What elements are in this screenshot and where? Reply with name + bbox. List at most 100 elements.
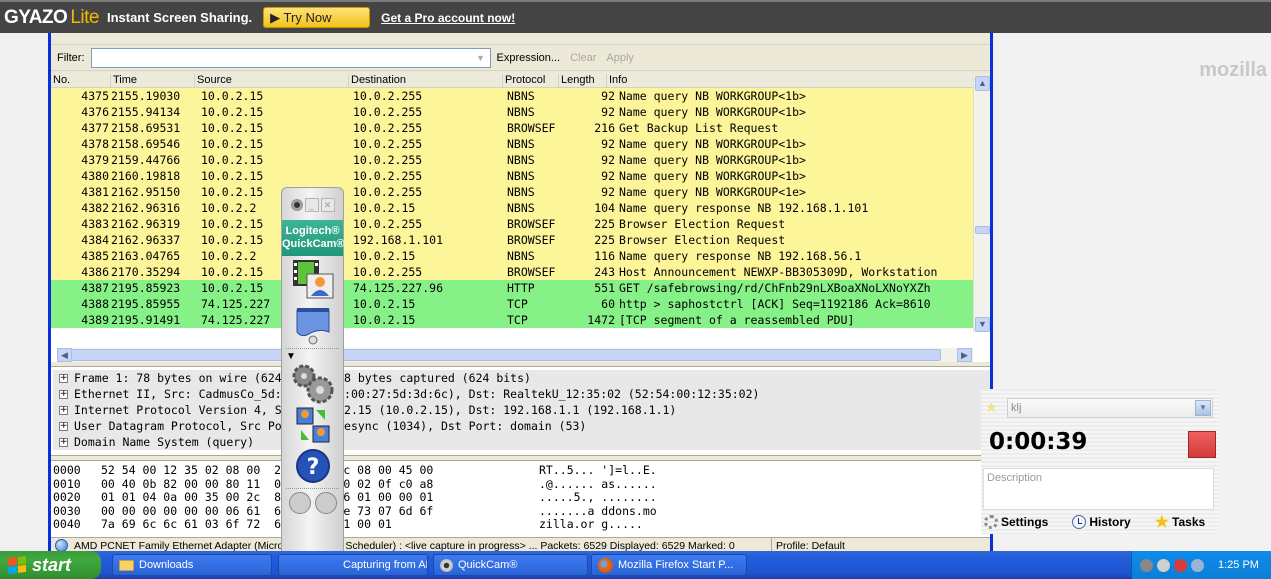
packet-row[interactable]: 4384 2162.96337 10.0.2.15 192.168.1.101 BROW… xyxy=(51,232,973,248)
camera-toggle-icon[interactable] xyxy=(314,492,337,514)
close-button[interactable]: ✕ xyxy=(320,198,335,212)
packet-row[interactable]: 4378 2158.69546 10.0.2.15 10.0.2.255 NBNS 92 N… xyxy=(51,136,973,152)
video-capture-icon[interactable] xyxy=(289,256,337,302)
packet-row[interactable]: 4389 2195.91491 74.125.227 10.0.2.15 TCP 1472… xyxy=(51,312,973,328)
packet-cell-src: 10.0.2.15 xyxy=(201,169,264,183)
try-now-button[interactable]: ▶ Try Now xyxy=(263,7,371,28)
filter-input[interactable]: ▼ xyxy=(90,47,491,68)
packet-cell-dst: 10.0.2.15 xyxy=(353,297,416,311)
packet-cell-info: Browser Election Request xyxy=(619,233,786,247)
detail-tree-item[interactable]: + Internet Protocol Version 4, Src: 10.0.… xyxy=(53,402,990,418)
scroll-up-icon[interactable]: ▲ xyxy=(975,76,990,91)
chevron-down-icon[interactable]: ▼ xyxy=(473,50,489,66)
packet-row[interactable]: 4379 2159.44766 10.0.2.15 10.0.2.255 NBNS 92 N… xyxy=(51,152,973,168)
hex-row[interactable]: 0000 52 54 00 12 35 02 08 00 27 5d 3d 6c … xyxy=(51,463,990,478)
tasks-link[interactable]: ★ Tasks xyxy=(1155,512,1205,532)
scroll-right-icon[interactable]: ▶ xyxy=(957,348,972,362)
settings-gears-icon[interactable] xyxy=(286,362,340,406)
hex-row[interactable]: 0040 7a 69 6c 6c 61 03 6f 72 67 00 00 01 … xyxy=(51,517,990,532)
hex-offset: 0040 xyxy=(53,517,81,531)
packet-row[interactable]: 4376 2155.94134 10.0.2.15 10.0.2.255 NBNS 92 N… xyxy=(51,104,973,120)
taskbar: start Downloads Capturing from AMD ... Q… xyxy=(0,551,1271,579)
description-input[interactable]: Description xyxy=(983,468,1214,510)
favorite-star-icon[interactable]: ★ xyxy=(985,399,998,416)
scroll-down-icon[interactable]: ▼ xyxy=(975,317,990,332)
column-header-info[interactable]: Info xyxy=(607,74,990,87)
stop-button[interactable] xyxy=(1188,431,1216,458)
taskbar-item-firefox[interactable]: Mozilla Firefox Start P... xyxy=(591,554,747,576)
packet-cell-no: 4375 xyxy=(81,89,109,103)
detail-tree-item[interactable]: + Ethernet II, Src: CadmusCo_5d:3d:6c (08… xyxy=(53,386,990,402)
packet-cell-no: 4387 xyxy=(81,281,109,295)
clock-icon xyxy=(1072,515,1087,529)
taskbar-item-wireshark[interactable]: Capturing from AMD ... xyxy=(278,554,428,576)
packet-cell-len: 1472 xyxy=(587,313,615,327)
packet-row[interactable]: 4388 2195.85955 74.125.227 10.0.2.15 TCP 60 ht… xyxy=(51,296,973,312)
expression-button[interactable]: Expression... xyxy=(497,52,561,64)
hscroll-thumb[interactable] xyxy=(71,349,941,361)
packet-row[interactable]: 4382 2162.96316 10.0.2.2 10.0.2.15 NBNS 104 Na… xyxy=(51,200,973,216)
tray-clock[interactable]: 1:25 PM xyxy=(1218,559,1259,571)
clear-button[interactable]: Clear xyxy=(570,52,596,64)
detail-tree-item[interactable]: +Frame 1: 78 bytes on wire (624 bits), 7… xyxy=(53,370,990,386)
apply-button[interactable]: Apply xyxy=(606,52,634,64)
minimize-button[interactable]: _ xyxy=(304,198,319,212)
packet-list-hscrollbar[interactable]: ◀ ▶ xyxy=(57,348,973,362)
taskbar-item-quickcam[interactable]: QuickCam® xyxy=(433,554,588,576)
packet-list-vscrollbar[interactable]: ▲ ▼ xyxy=(973,76,990,332)
taskbar-item-downloads[interactable]: Downloads xyxy=(112,554,272,576)
hex-row[interactable]: 0030 00 00 00 00 00 00 06 61 64 64 6f 6e … xyxy=(51,504,990,519)
project-select[interactable]: klj ▼ xyxy=(1007,398,1213,418)
column-header-no[interactable]: No. xyxy=(51,74,111,87)
packet-cell-src: 10.0.2.15 xyxy=(201,153,264,167)
scroll-thumb[interactable] xyxy=(975,226,990,234)
column-header-time[interactable]: Time xyxy=(111,74,195,87)
packet-cell-proto: BROWSEF xyxy=(507,217,556,231)
packet-row[interactable]: 4375 2155.19030 10.0.2.15 10.0.2.255 NBNS 92 N… xyxy=(51,88,973,104)
history-link[interactable]: History xyxy=(1072,515,1131,529)
packet-cell-info: GET /safebrowsing/rd/ChFnb29nLXBoaXNoLXN… xyxy=(619,281,931,295)
detail-tree-item[interactable]: +User Datagram Protocol, Src Port: activ… xyxy=(53,418,990,434)
hex-row[interactable]: 0010 00 40 0b 82 00 00 80 11 00 00 0a 00 … xyxy=(51,477,990,492)
settings-link[interactable]: Settings xyxy=(983,515,1048,529)
column-header-protocol[interactable]: Protocol xyxy=(503,74,559,87)
expand-icon[interactable]: + xyxy=(59,437,68,447)
pro-account-link[interactable]: Get a Pro account now! xyxy=(381,11,515,25)
snapshot-icon[interactable] xyxy=(289,302,337,346)
scroll-left-icon[interactable]: ◀ xyxy=(57,348,72,362)
start-button[interactable]: start xyxy=(0,551,101,579)
packet-row[interactable]: 4377 2158.69531 10.0.2.15 10.0.2.255 BROWSEF… xyxy=(51,120,973,136)
column-header-destination[interactable]: Destination xyxy=(349,74,503,87)
detail-text: Domain Name System (query) xyxy=(74,435,255,449)
detail-tree-item[interactable]: + Domain Name System (query) xyxy=(53,434,990,450)
packet-cell-time: 2195.85955 xyxy=(111,297,181,311)
packet-row[interactable]: 4385 2163.04765 10.0.2.2 10.0.2.15 NBNS 116 Na… xyxy=(51,248,973,264)
hex-offset: 0000 xyxy=(53,463,81,477)
tray-network-icon[interactable] xyxy=(1191,558,1204,572)
expand-icon[interactable]: + xyxy=(59,421,68,431)
packet-bytes: 0000 52 54 00 12 35 02 08 00 27 5d 3d 6c … xyxy=(51,460,990,538)
packet-row[interactable]: 4387 2195.85923 10.0.2.15 74.125.227.96 HTTP… xyxy=(51,280,973,296)
tray-app-icon[interactable] xyxy=(1140,558,1153,572)
tray-security-icon[interactable] xyxy=(1174,558,1187,572)
chevron-down-icon[interactable]: ▼ xyxy=(1195,400,1211,416)
tray-webcam-icon[interactable] xyxy=(1157,558,1170,572)
packet-row[interactable]: 4383 2162.96319 10.0.2.15 10.0.2.255 BROWSEF… xyxy=(51,216,973,232)
expand-arrow-icon[interactable]: ▼ xyxy=(282,351,343,362)
hex-row[interactable]: 0020 01 01 04 0a 00 35 00 2c 8c b6 8c b6 … xyxy=(51,490,990,505)
column-header-length[interactable]: Length xyxy=(559,74,607,87)
contacts-transfer-icon[interactable] xyxy=(289,406,337,446)
packet-cell-src: 10.0.2.15 xyxy=(201,105,264,119)
packet-cell-no: 4379 xyxy=(81,153,109,167)
packet-cell-len: 243 xyxy=(594,265,615,279)
column-header-source[interactable]: Source xyxy=(195,74,349,87)
expand-icon[interactable]: + xyxy=(59,389,68,399)
expand-icon[interactable]: + xyxy=(59,405,68,415)
packet-row[interactable]: 4381 2162.95150 10.0.2.15 10.0.2.255 NBNS 92 N… xyxy=(51,184,973,200)
expand-icon[interactable]: + xyxy=(59,373,68,383)
help-icon[interactable]: ? xyxy=(289,446,337,486)
firefox-icon xyxy=(598,557,613,573)
packet-row[interactable]: 4386 2170.35294 10.0.2.15 10.0.2.255 BROWSEF… xyxy=(51,264,973,280)
packet-row[interactable]: 4380 2160.19818 10.0.2.15 10.0.2.255 NBNS 92 N… xyxy=(51,168,973,184)
microphone-icon[interactable] xyxy=(288,492,311,514)
